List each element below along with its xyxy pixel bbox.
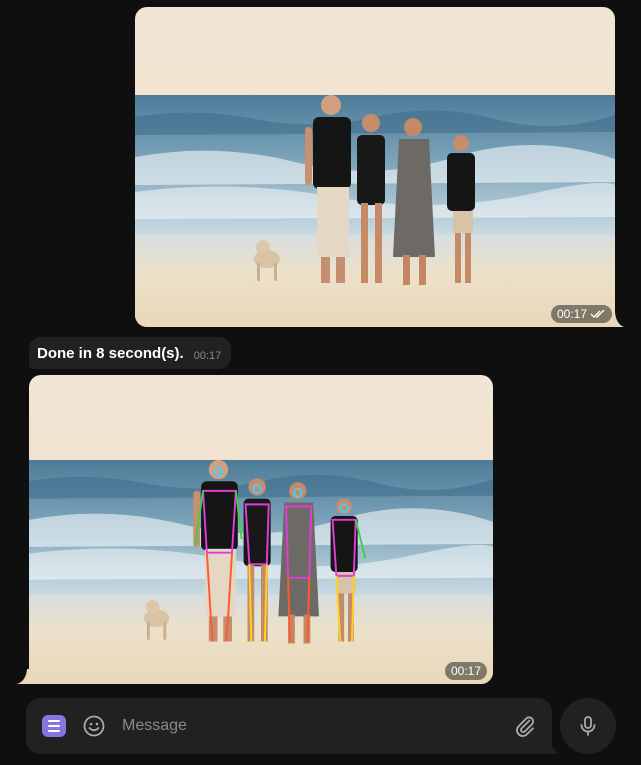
incoming-text-message[interactable]: Done in 8 second(s). 00:17	[29, 337, 231, 369]
microphone-icon	[580, 716, 596, 736]
message-input[interactable]	[122, 714, 502, 738]
message-text: Done in 8 second(s).	[37, 344, 184, 362]
paperclip-icon[interactable]	[513, 714, 537, 738]
outgoing-photo-time-badge: 00:17	[551, 305, 613, 323]
composer-tail	[548, 740, 560, 754]
message-time: 00:17	[557, 307, 588, 321]
message-time: 00:17	[451, 664, 482, 678]
message-composer	[26, 698, 552, 754]
read-double-check-icon	[590, 309, 605, 318]
voice-record-button[interactable]	[560, 698, 616, 754]
outgoing-photo-message[interactable]	[135, 7, 615, 327]
incoming-photo-message[interactable]	[29, 375, 493, 684]
smile-icon[interactable]	[82, 714, 106, 738]
beach-family-photo	[135, 7, 615, 327]
outgoing-bubble-tail	[612, 312, 624, 327]
incoming-bubble-tail	[17, 669, 30, 684]
message-time: 00:17	[193, 350, 222, 362]
pose-detection-photo	[29, 375, 493, 684]
menu-icon[interactable]	[42, 715, 66, 737]
incoming-photo-time-badge: 00:17	[445, 662, 488, 680]
